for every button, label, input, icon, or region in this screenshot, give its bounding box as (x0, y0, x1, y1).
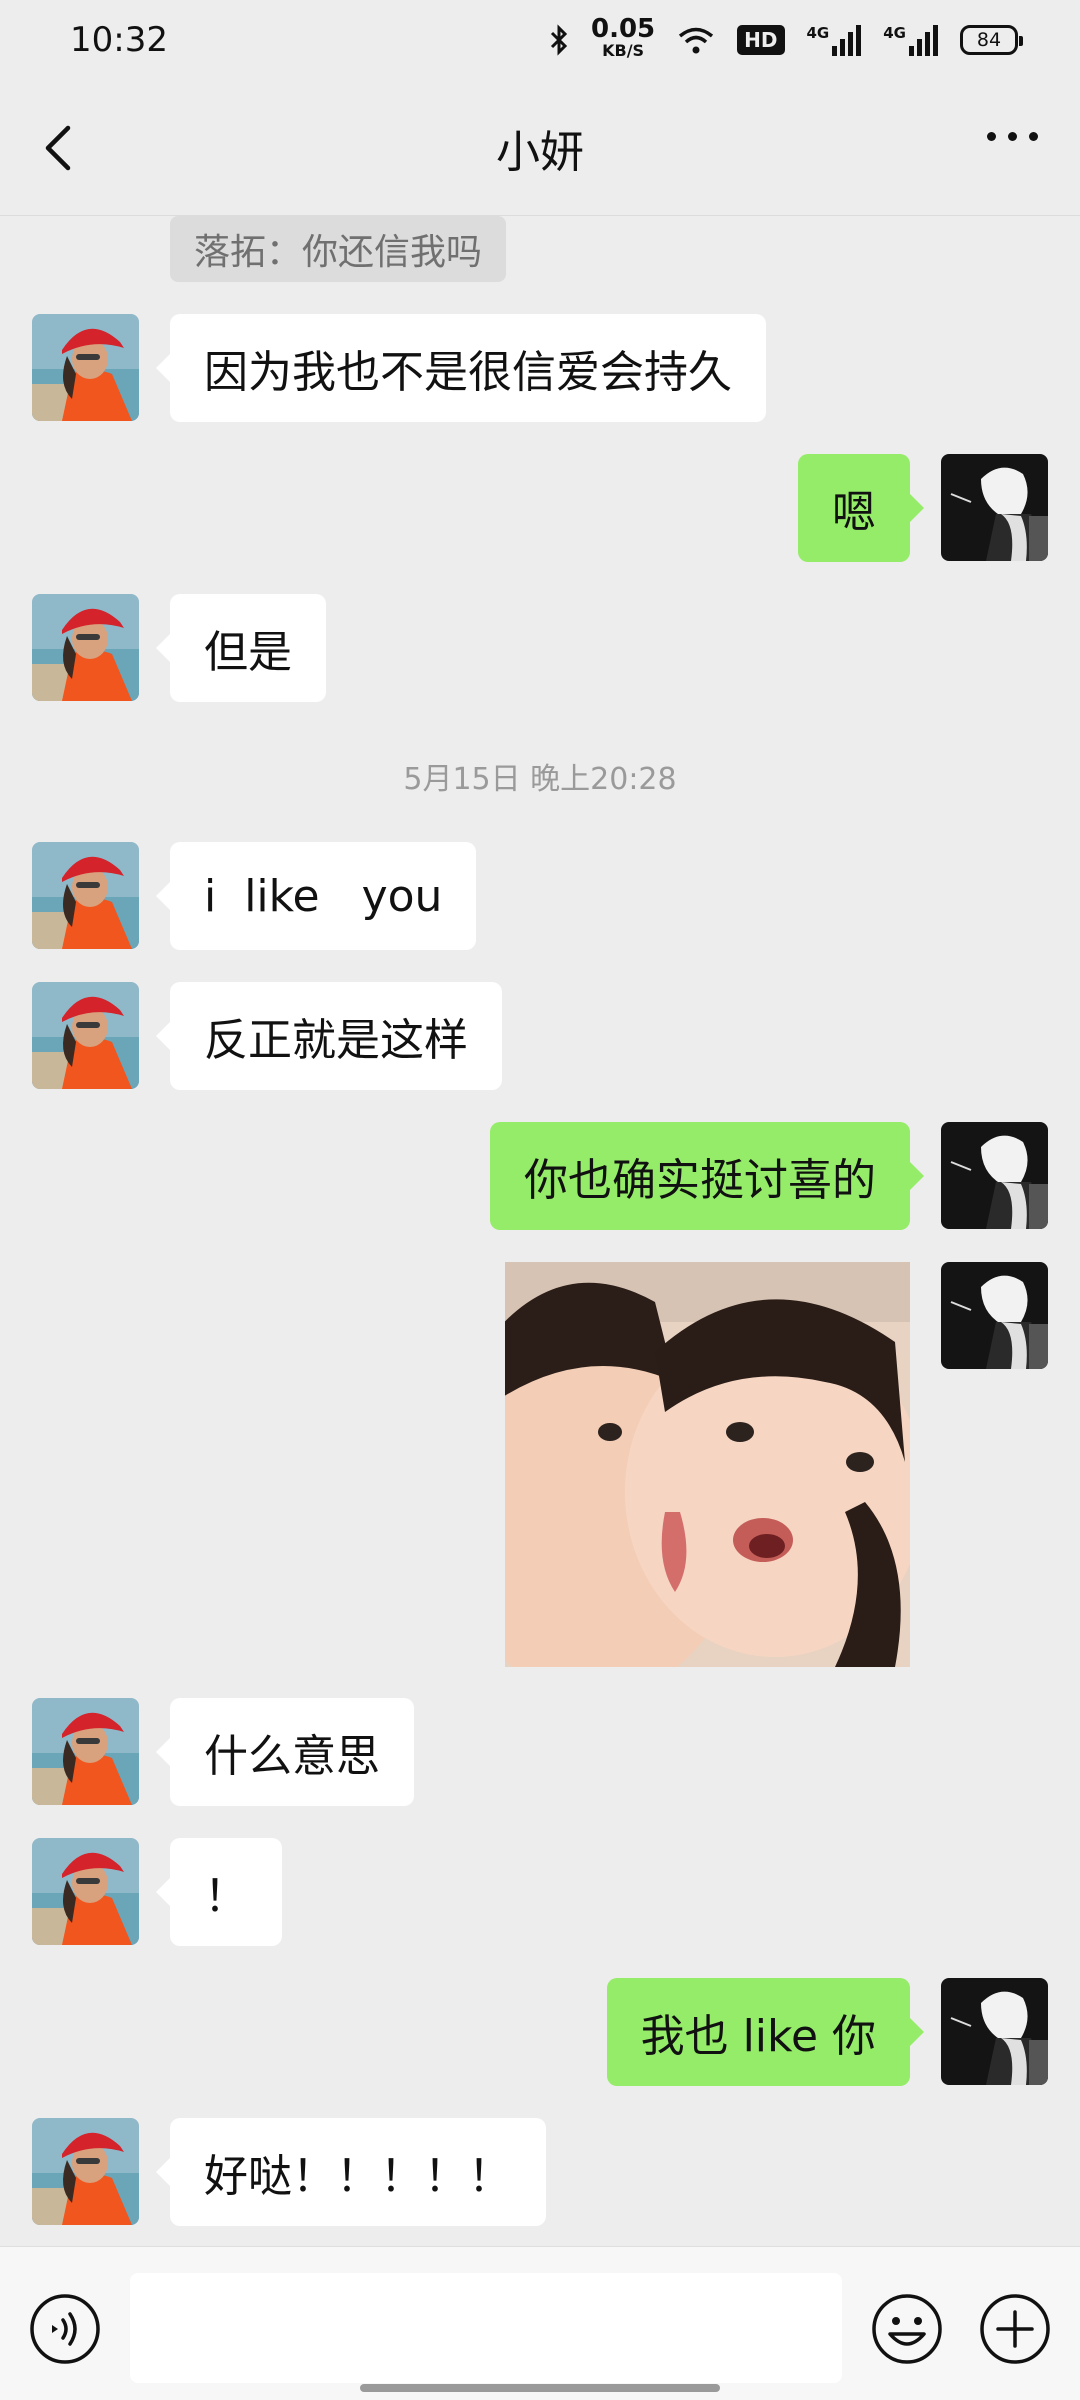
message-input[interactable] (130, 2273, 842, 2383)
message-bubble[interactable]: i like you (155, 842, 477, 950)
contact-avatar[interactable] (32, 842, 139, 949)
wifi-icon (679, 27, 714, 54)
contact-avatar[interactable] (32, 2118, 139, 2225)
timestamp-divider: 5月15日 晚上20:28 (403, 762, 677, 797)
my-avatar[interactable] (941, 1122, 1048, 1229)
home-indicator[interactable] (360, 2384, 720, 2392)
message-bubble[interactable]: 好哒！！！！！ (156, 2118, 546, 2226)
message-bubble[interactable]: 但是 (156, 594, 326, 702)
chevron-left-icon[interactable] (36, 120, 84, 176)
voice-icon[interactable] (28, 2292, 102, 2366)
battery-level: 84 (976, 29, 1002, 51)
contact-avatar[interactable] (32, 594, 139, 701)
hd-icon: HD (737, 25, 785, 55)
my-avatar[interactable] (941, 454, 1048, 561)
signal-icon: 4G (883, 24, 938, 56)
my-avatar[interactable] (941, 1262, 1048, 1369)
message-bubble[interactable]: 反正就是这样 (156, 982, 502, 1090)
message-bubble[interactable]: 嗯 (798, 454, 924, 562)
contact-avatar[interactable] (32, 982, 139, 1089)
bluetooth-icon (550, 24, 568, 56)
status-time: 10:32 (70, 20, 168, 60)
message-list[interactable]: 落拓：你还信我吗 因为我也不是很信爱会持久 嗯 但是 5月15日 晚上20:28… (0, 216, 1080, 2246)
message-bubble[interactable]: 什么意思 (156, 1698, 414, 1806)
more-dots-icon[interactable] (987, 132, 1038, 141)
contact-avatar[interactable] (32, 314, 139, 421)
network-speed: 0.05 KB/S (591, 14, 656, 60)
battery-icon: 84 (960, 25, 1023, 55)
my-avatar[interactable] (941, 1978, 1048, 2085)
message-bubble[interactable]: 因为我也不是很信爱会持久 (156, 314, 766, 422)
contact-avatar[interactable] (32, 1838, 139, 1945)
chat-header: 小妍 (0, 80, 1080, 216)
plus-icon[interactable] (978, 2292, 1052, 2366)
signal-icon: 4G (807, 24, 862, 56)
status-bar: 10:32 0.05 KB/S HD 4G 4G 84 (0, 0, 1080, 80)
message-bubble[interactable]: ！ (156, 1838, 282, 1946)
message-bubble[interactable]: 我也 like 你 (606, 1978, 925, 2086)
contact-avatar[interactable] (32, 1698, 139, 1805)
quoted-reply[interactable]: 落拓：你还信我吗 (170, 216, 507, 282)
emoji-icon[interactable] (870, 2292, 944, 2366)
input-bar (0, 2246, 1080, 2400)
chat-title: 小妍 (496, 126, 584, 178)
status-icons: 0.05 KB/S HD 4G 4G 84 (549, 14, 1023, 62)
message-bubble[interactable]: 你也确实挺讨喜的 (490, 1122, 924, 1230)
two-babies-sticker[interactable] (505, 1262, 910, 1667)
